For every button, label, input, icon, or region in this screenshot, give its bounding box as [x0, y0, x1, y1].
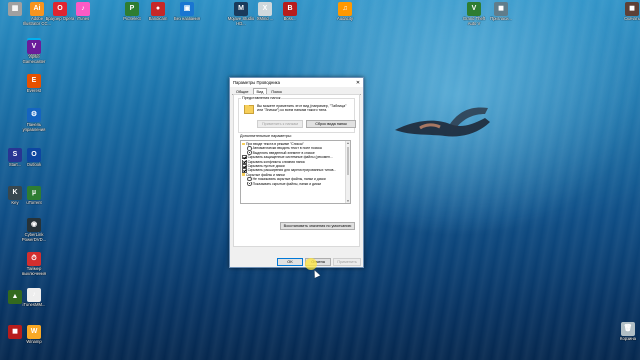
desktop-icon[interactable]: ⚙ Панель управления: [19, 108, 49, 132]
desktop-icon-label: Таймер выключения: [21, 266, 47, 276]
app-icon: K: [8, 186, 22, 200]
scroll-down-icon[interactable]: ▼: [346, 199, 350, 203]
app-icon: ◼: [494, 2, 508, 16]
desktop-icon-label: Everest: [26, 88, 42, 93]
desktop-icon-label: Grand Theft Auto V: [462, 16, 486, 26]
ok-button[interactable]: OK: [277, 258, 303, 266]
settings-row[interactable]: Показывать скрытые файлы, папки и диски: [242, 181, 345, 186]
desktop-icon[interactable]: ● Bandicam: [143, 2, 173, 22]
advanced-list-scrollbar[interactable]: ▲ ▼: [345, 141, 350, 203]
advanced-settings-label: Дополнительные параметры:: [240, 134, 292, 138]
desktop-icon-label: Key: [11, 200, 19, 205]
desktop-icon[interactable]: W Winamp: [19, 325, 49, 345]
desktop-icon[interactable]: 🗑 Корзина: [613, 322, 640, 342]
desktop-icon-label: Audacity: [336, 16, 354, 21]
desktop-icon-label: CyberLink PowerDVD...: [21, 232, 47, 242]
desktop-icon[interactable]: V Vipsie Gamecaster: [19, 40, 49, 64]
app-icon: M: [234, 2, 248, 16]
desktop-icon-label: Скачать: [624, 16, 640, 21]
view-tab-panel: Представления папок Вы можете применить …: [233, 94, 360, 247]
reset-folders-button[interactable]: Сброс вида папок: [306, 120, 356, 128]
apply-to-folders-button[interactable]: Применить к папкам: [257, 120, 303, 128]
desktop-icon-label: Outlook: [26, 162, 42, 167]
desktop-icon-label: iTunesMM...: [22, 302, 46, 307]
desktop-icon-label: Корзина: [620, 336, 636, 341]
folder-options-dialog: Параметры Проводника ✕ Общие Вид Поиск П…: [229, 77, 364, 268]
folder-icon: [242, 173, 245, 176]
folder-icon: [244, 104, 254, 114]
app-icon: ⚙: [27, 108, 41, 122]
app-icon: ▣: [180, 2, 194, 16]
app-icon: ♪: [76, 2, 90, 16]
app-icon: ◼: [625, 2, 639, 16]
radio-button[interactable]: [247, 181, 252, 186]
desktop-icon[interactable]: ◉ CyberLink PowerDVD...: [19, 218, 49, 242]
desktop-icon[interactable]: K Key: [0, 186, 30, 206]
desktop-icon[interactable]: E Everest: [19, 74, 49, 94]
desktop-icon-label: Панель управления: [22, 122, 46, 132]
settings-row-label: При вводе текста в режиме "Список": [246, 142, 304, 146]
desktop-icon-label: Пригласи...: [490, 16, 512, 21]
app-icon: ●: [151, 2, 165, 16]
desktop-icon[interactable]: V Grand Theft Auto V: [459, 2, 489, 26]
desktop-icon[interactable]: ♪ iTunesMM...: [19, 288, 49, 308]
desktop-icon[interactable]: ♪ iTunes: [68, 2, 98, 22]
mouse-cursor-icon: [311, 269, 321, 278]
app-icon: ▦: [8, 2, 22, 16]
scroll-up-icon[interactable]: ▲: [346, 141, 350, 145]
settings-row-label: Скрытые файлы и папки: [246, 172, 285, 177]
dialog-title: Параметры Проводника: [233, 80, 280, 85]
folder-views-legend: Представления папок: [241, 96, 282, 100]
folder-views-group: Представления папок Вы можете применить …: [238, 96, 356, 133]
folder-views-description: Вы можете применить этот вид (например, …: [257, 104, 347, 113]
close-icon[interactable]: ✕: [353, 80, 363, 86]
desktop-icon[interactable]: ▣ Без названия: [172, 2, 202, 22]
desktop-icon[interactable]: B Boss...: [275, 2, 305, 22]
wallpaper-diver-fins: [395, 107, 490, 137]
app-icon: O: [53, 2, 67, 16]
app-icon: ◉: [27, 218, 41, 232]
app-icon: V: [467, 2, 481, 16]
app-icon: ♪: [27, 288, 41, 302]
app-icon: P: [125, 2, 139, 16]
desktop-icon-label: Vipsie Gamecaster: [22, 54, 46, 64]
click-highlight: [305, 258, 317, 270]
desktop-icon-label: Winamp: [26, 339, 42, 344]
app-icon: ♫: [338, 2, 352, 16]
folder-icon: [242, 142, 245, 145]
app-icon: W: [27, 325, 41, 339]
dialog-titlebar[interactable]: Параметры Проводника ✕: [230, 78, 363, 87]
desktop-icon-label: Bandicam: [148, 16, 168, 21]
desktop-icon-label: Без названия: [173, 16, 200, 21]
desktop-icon[interactable]: ♫ Audacity: [330, 2, 360, 22]
app-icon: X: [258, 2, 272, 16]
settings-row-label: Показывать скрытые файлы, папки и диски: [252, 181, 321, 186]
desktop-icon-label: iTunes: [76, 16, 90, 21]
desktop-icon[interactable]: O Outlook: [19, 148, 49, 168]
apply-button[interactable]: Применить: [333, 258, 361, 266]
advanced-settings-list[interactable]: При вводе текста в режиме "Список" Автома…: [240, 140, 351, 204]
app-icon: Ai: [30, 2, 44, 16]
scrollbar-thumb[interactable]: [346, 147, 350, 175]
app-icon: E: [27, 74, 41, 88]
app-icon: ⏱: [27, 252, 41, 266]
restore-defaults-button[interactable]: Восстановить значения по умолчанию: [280, 222, 355, 230]
app-icon: B: [283, 2, 297, 16]
desktop-icon[interactable]: ◼ Пригласи...: [486, 2, 516, 22]
desktop-icon[interactable]: ⏱ Таймер выключения: [19, 252, 49, 276]
app-icon: V: [27, 40, 41, 54]
desktop-icon[interactable]: ◼ Скачать: [617, 2, 640, 22]
app-icon: 🗑: [621, 322, 635, 336]
app-icon: O: [27, 148, 41, 162]
desktop-icon-label: Boss...: [283, 16, 297, 21]
